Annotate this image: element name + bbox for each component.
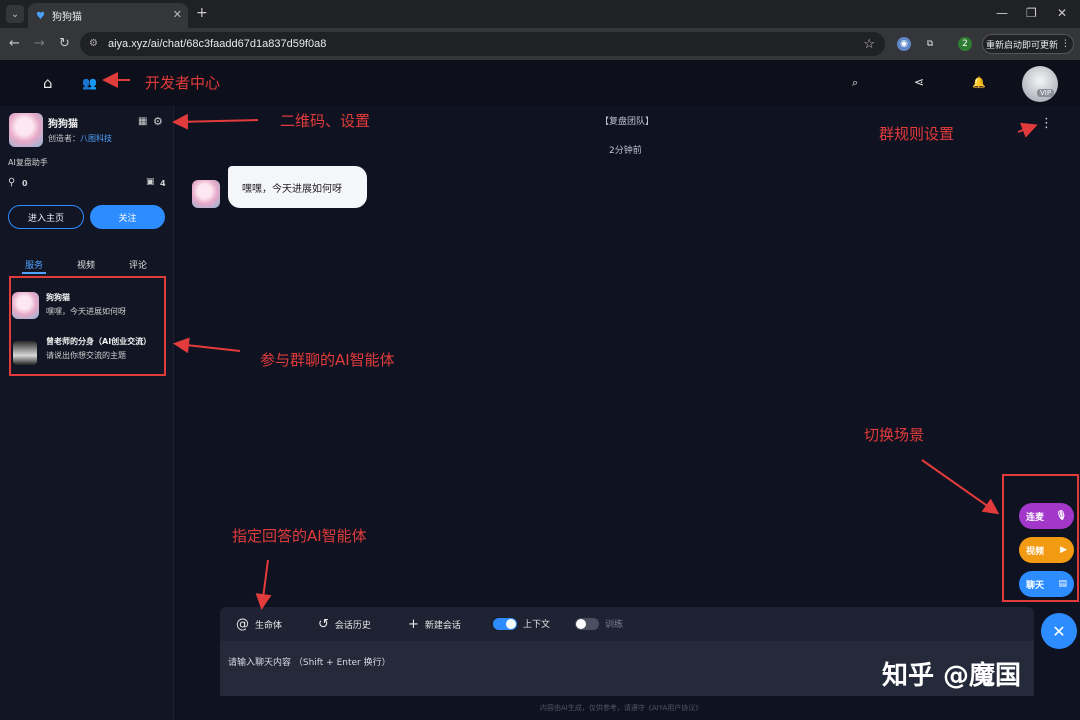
extensions-puzzle-icon[interactable]: ⧉	[923, 37, 937, 51]
browser-tab-bar: ⌄ ♥ 狗狗猫 ✕ + — ❐ ✕	[0, 0, 1080, 28]
browser-tab[interactable]: ♥ 狗狗猫 ✕	[28, 3, 188, 28]
followers-count: 0	[22, 179, 28, 188]
forward-icon[interactable]: →	[34, 36, 45, 51]
plus-icon: +	[408, 617, 419, 632]
developer-center-icon[interactable]: 👥	[82, 76, 97, 90]
bookmark-star-icon[interactable]: ☆	[863, 36, 875, 52]
creator-line: 创造者：八图科技	[48, 133, 112, 144]
followers-icon: ⚲	[8, 177, 16, 188]
watermark-text: 知乎 @魔国	[882, 661, 1022, 691]
chat-input-placeholder: 请输入聊天内容 （Shift + Enter 换行）	[228, 658, 391, 668]
new-tab-icon[interactable]: +	[196, 5, 208, 21]
creator-label: 创造者：	[48, 134, 80, 143]
reload-icon[interactable]: ↻	[59, 36, 70, 51]
qr-code-icon[interactable]: ▦	[138, 116, 147, 127]
minimize-icon[interactable]: —	[996, 6, 1008, 20]
restore-icon[interactable]: ❐	[1026, 6, 1037, 20]
annotation-switch-scene: 切换场景	[864, 426, 925, 444]
search-icon[interactable]: ⌕	[852, 76, 858, 90]
context-toggle[interactable]: 上下文	[493, 617, 550, 630]
tab-search-icon[interactable]: ⌄	[6, 5, 24, 23]
update-label: 重新启动即可更新	[986, 40, 1059, 51]
site-info-icon[interactable]: ⚙	[89, 38, 101, 50]
extension-icon[interactable]: ◉	[897, 37, 911, 51]
bot-avatar	[9, 113, 43, 147]
annotation-participants: 参与群聊的AI智能体	[260, 351, 395, 369]
scene-highlight-box	[1002, 474, 1079, 602]
profile-badge[interactable]: 2	[958, 37, 972, 51]
tab-close-icon[interactable]: ✕	[173, 8, 182, 21]
participants-highlight-box	[9, 276, 166, 376]
train-switch[interactable]	[575, 617, 599, 630]
close-scene-icon[interactable]: ✕	[1041, 613, 1077, 649]
new-chat-label: 新建会话	[424, 621, 461, 631]
vip-badge: VIP	[1037, 89, 1055, 97]
home-icon[interactable]: ⌂	[43, 74, 53, 92]
group-name: 【复盘团队】	[600, 117, 655, 127]
tab-comments[interactable]: 评论	[129, 258, 147, 271]
site-favicon-icon: ♥	[36, 10, 45, 22]
creator-link[interactable]: 八图科技	[80, 134, 112, 143]
annotation-group-rules: 群规则设置	[879, 125, 955, 143]
message-time: 2分钟前	[609, 146, 642, 156]
annotation-designated-agent: 指定回答的AI智能体	[232, 527, 367, 545]
chat-count-icon: ▣	[146, 177, 155, 187]
url-field[interactable]: ⚙ aiya.xyz/ai/chat/68c3faadd67d1a837d59f…	[80, 32, 885, 56]
enter-home-button[interactable]: 进入主页	[8, 205, 84, 229]
context-label: 上下文	[523, 620, 551, 630]
settings-gear-icon[interactable]: ⚙	[153, 115, 163, 128]
back-icon[interactable]: ←	[9, 36, 20, 51]
agent-label: 生命体	[255, 621, 283, 631]
active-tab-indicator	[22, 272, 46, 274]
train-label: 训练	[605, 620, 624, 630]
annotation-qr-settings: 二维码、设置	[280, 112, 371, 130]
sidebar	[0, 106, 174, 720]
window-close-icon[interactable]: ✕	[1057, 6, 1067, 20]
bot-description: AI复盘助手	[8, 158, 48, 167]
share-icon[interactable]: ⋖	[914, 75, 924, 89]
disclaimer: 内容由AI生成，仅供参考，请遵守《AIYA用户协议》	[540, 704, 703, 712]
annotation-dev-center: 开发者中心	[145, 74, 221, 92]
group-menu-icon[interactable]: ⋮	[1040, 116, 1053, 131]
at-icon: @	[236, 617, 249, 632]
context-switch[interactable]	[493, 617, 517, 630]
agent-select-button[interactable]: @ 生命体	[236, 617, 282, 632]
url-text: aiya.xyz/ai/chat/68c3faadd67d1a837d59f0a…	[108, 38, 327, 50]
history-button[interactable]: ↺ 会话历史	[318, 617, 371, 632]
bot-name: 狗狗猫	[48, 119, 78, 130]
train-toggle[interactable]: 训练	[575, 617, 623, 630]
tab-title: 狗狗猫	[52, 12, 82, 23]
bell-icon[interactable]: 🔔	[972, 76, 986, 89]
follow-button[interactable]: 关注	[90, 205, 165, 229]
tab-services[interactable]: 服务	[25, 258, 43, 271]
history-icon: ↺	[318, 617, 329, 632]
message-avatar	[192, 180, 220, 208]
history-label: 会话历史	[334, 621, 371, 631]
update-button[interactable]: 重新启动即可更新 ⋮	[982, 34, 1074, 54]
address-bar-row: ← → ↻ ⚙ aiya.xyz/ai/chat/68c3faadd67d1a8…	[0, 28, 1080, 60]
tab-videos[interactable]: 视频	[77, 258, 95, 271]
new-chat-button[interactable]: + 新建会话	[408, 617, 461, 632]
message-bubble: 嘿嘿，今天进展如何呀	[228, 166, 367, 208]
chat-count: 4	[160, 179, 166, 188]
